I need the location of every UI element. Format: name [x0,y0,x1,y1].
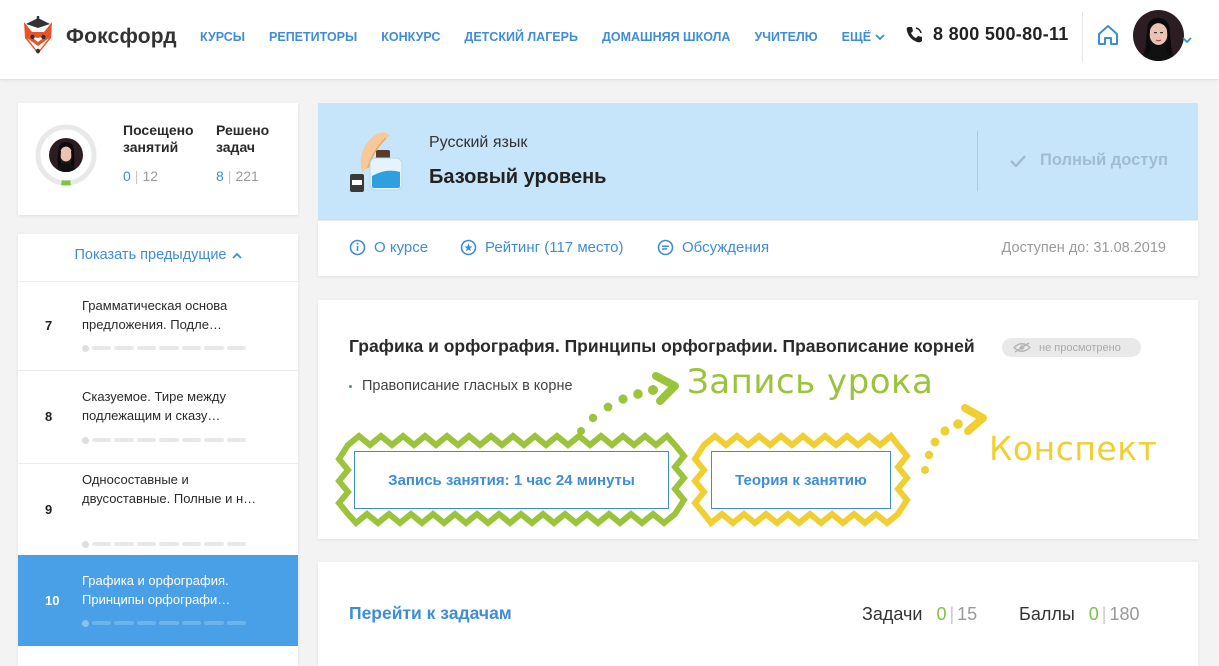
chevron-down-icon [1182,37,1192,44]
lesson-number: 7 [45,318,53,333]
tab-discussions[interactable]: Обсуждения [657,239,769,256]
full-access-button[interactable]: Полный доступ [1010,151,1168,170]
nav-tutors[interactable]: РЕПЕТИТОРЫ [269,30,357,44]
show-previous-label: Показать предыдущие [74,247,227,263]
tab-about[interactable]: О курсе [349,239,428,256]
nav-more-label: ЕЩЁ [841,30,872,44]
nav-kids-camp[interactable]: ДЕТСКИЙ ЛАГЕРЬ [464,30,578,44]
user-menu-chevron[interactable] [1182,31,1192,49]
stats-card: Посещено занятий 0 | 12 Решено задач 8 | 221 [18,103,298,215]
check-icon [1010,154,1026,167]
stat-separator: | [227,168,232,184]
green-dotted-arrow [577,372,679,435]
solved-value: 8 [216,168,224,184]
nav-for-teachers[interactable]: УЧИТЕЛЮ [754,30,817,44]
lesson-progress [82,344,246,352]
lesson-number: 9 [45,502,53,517]
top-header: Фоксфорд КУРСЫ РЕПЕТИТОРЫ КОНКУРС ДЕТСКИ… [0,0,1219,80]
main-nav: КУРСЫ РЕПЕТИТОРЫ КОНКУРС ДЕТСКИЙ ЛАГЕРЬ … [200,30,909,44]
lesson-title: Грамматическая основа предложения. Подле… [82,298,228,332]
theory-button[interactable]: Теория к занятию [711,451,891,509]
solved-stat: Решено задач 8 | 221 [216,122,280,184]
nav-home-school[interactable]: ДОМАШНЯЯ ШКОЛА [602,30,731,44]
tasks-label: Задачи [862,604,923,624]
tasks-value: 0 [936,604,947,624]
tasks-total: 15 [957,604,978,624]
yellow-dotted-arrow [921,404,987,474]
nav-more[interactable]: ЕЩЁ [842,30,885,44]
recording-button[interactable]: Запись занятия: 1 час 24 минуты [354,451,669,509]
tasks-card: Перейти к задачам Задачи 0 | 15 Баллы 0 | 180 [318,562,1198,666]
home-icon [1098,25,1118,45]
visited-total: 12 [142,168,159,184]
lesson-title: Графика и орфография. Принципы орфографи… [82,573,231,607]
user-avatar[interactable] [1133,10,1184,61]
visited-values: 0 | 12 [123,168,203,184]
course-level: Базовый уровень [429,166,607,188]
ink-quill-icon [350,132,403,192]
stat-separator: | [1101,604,1107,624]
avatar-image-icon [1133,10,1184,61]
info-icon [349,239,366,256]
chevron-down-icon [875,33,885,40]
points-total: 180 [1109,604,1140,624]
tab-rating-label: Рейтинг (117 место) [485,239,624,256]
annotation-notes-label: Конспект [989,429,1158,468]
lesson-item-8[interactable]: 8 Сказуемое. Тире между подлежащим и ска… [18,370,298,463]
visited-label: Посещено занятий [123,122,194,155]
points-label: Баллы [1019,604,1075,624]
tab-discussions-label: Обсуждения [682,239,770,256]
solved-values: 8 | 221 [216,168,280,184]
phone-number: 8 800 500-80-11 [933,24,1069,44]
course-header: Русский язык Базовый уровень Полный дост… [318,103,1198,220]
lesson-progress [82,619,246,627]
goto-tasks-link[interactable]: Перейти к задачам [349,603,512,624]
lesson-title: Односоставные и двусоставные. Полные и н… [82,472,257,506]
header-divider [1082,12,1083,62]
available-until: Доступен до: 31.08.2019 [1001,240,1166,256]
phone-icon [906,26,922,42]
annotation-recording-label: Запись урока [687,362,934,402]
nav-contest[interactable]: КОНКУРС [381,30,440,44]
visited-stat: Посещено занятий 0 | 12 [123,122,203,184]
lesson-item-9[interactable]: 9 Односоставные и двусоставные. Полные и… [18,463,298,555]
tab-about-label: О курсе [374,239,429,256]
stat-separator: | [134,168,139,184]
tab-rating[interactable]: Рейтинг (117 место) [460,239,624,256]
lesson-item-10[interactable]: 10 Графика и орфография. Принципы орфогр… [18,555,298,646]
tasks-stat: Задачи 0 | 15 [862,604,977,625]
stat-separator: | [949,604,955,624]
logo-text: Фоксфорд [66,25,177,48]
star-icon [460,239,477,256]
show-previous-button[interactable]: Показать предыдущие [18,247,298,263]
lesson-progress [82,540,246,548]
phone[interactable]: 8 800 500-80-11 [904,24,1069,45]
lesson-number: 8 [45,409,53,424]
fox-logo-icon [24,16,52,54]
progress-ring [35,124,97,186]
points-stat: Баллы 0 | 180 [1019,604,1140,625]
solved-total: 221 [235,168,259,184]
lessons-list: Показать предыдущие 7 Грамматическая осн… [18,234,298,666]
full-access-label: Полный доступ [1040,151,1168,169]
lesson-card: Графика и орфография. Принципы орфографи… [318,300,1198,539]
chat-icon [657,239,674,256]
home-button[interactable] [1096,23,1120,52]
lesson-item-7[interactable]: 7 Грамматическая основа предложения. Под… [18,281,298,370]
course-header-divider [977,131,978,191]
lesson-title: Сказуемое. Тире между подлежащим и сказу… [82,389,226,423]
course-subject: Русский язык [429,134,528,151]
course-tabs: О курсе Рейтинг (117 место) Обсуждения Д… [318,220,1198,276]
logo[interactable]: Фоксфорд [18,16,177,58]
nav-courses[interactable]: КУРСЫ [200,30,245,44]
lesson-number: 10 [45,593,60,608]
visited-value: 0 [123,168,131,184]
points-value: 0 [1088,604,1099,624]
chevron-up-icon [231,252,242,259]
solved-label: Решено задач [216,122,270,155]
lesson-progress [82,436,246,444]
